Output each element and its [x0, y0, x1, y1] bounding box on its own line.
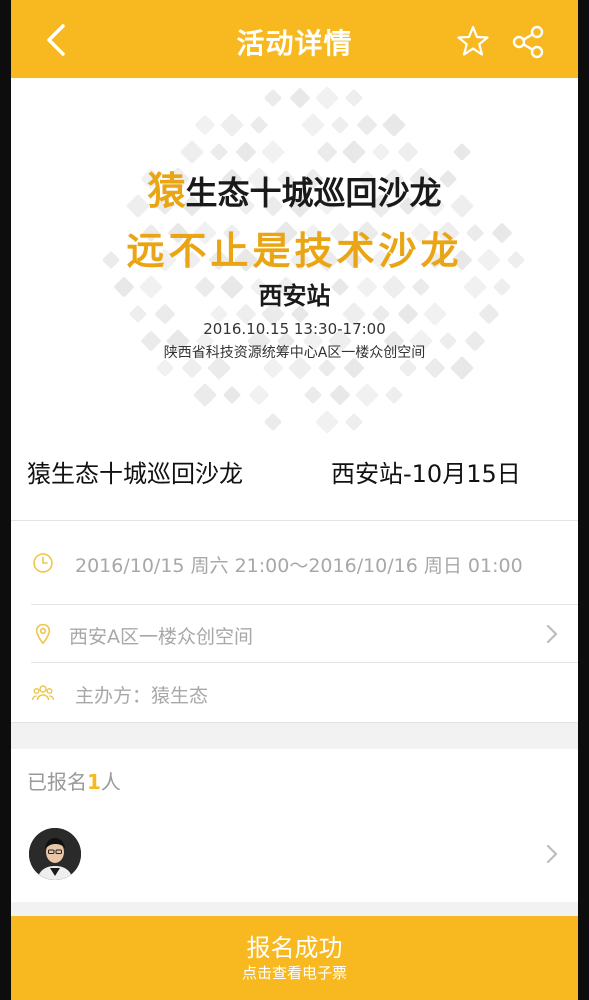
event-location: 西安A区一楼众创空间 — [69, 626, 253, 648]
banner-dot — [290, 88, 310, 108]
signup-count-label: 已报名1人 — [27, 766, 121, 795]
banner-dot — [250, 116, 268, 134]
banner-dot — [264, 413, 282, 431]
signup-prefix: 已报名 — [27, 770, 87, 794]
location-row[interactable]: 西安A区一楼众创空间 — [11, 605, 578, 663]
banner-headline: 猿生态十城巡回沙龙 — [11, 160, 578, 215]
banner-dot — [315, 410, 339, 434]
banner-dot — [223, 386, 241, 404]
left-frame-edge — [0, 0, 11, 1000]
banner-dot — [345, 413, 363, 431]
clock-icon — [33, 553, 53, 573]
share-button[interactable] — [510, 24, 546, 60]
banner-dot — [345, 89, 363, 107]
time-row: 2016/10/15 周六 21:00～2016/10/16 周日 01:00 — [11, 521, 578, 605]
signup-count: 1 — [87, 770, 101, 794]
right-frame-edge — [578, 0, 589, 1000]
banner-headline-rest: 生态十城巡回沙龙 — [185, 174, 442, 212]
view-ticket-button[interactable]: 报名成功 点击查看电子票 — [11, 916, 578, 1000]
banner-slogan: 远不止是技术沙龙 — [126, 229, 463, 273]
banner-dot — [453, 143, 471, 161]
event-banner-image: 猿生态十城巡回沙龙 远不止是技术沙龙 西安站 2016.10.15 13:30-… — [11, 78, 578, 436]
banner-dot — [264, 89, 282, 107]
banner-venue: 陕西省科技资源统筹中心A区一楼众创空间 — [163, 345, 426, 361]
chevron-right-icon — [546, 624, 558, 644]
banner-dot — [357, 115, 377, 135]
top-nav-bar: 活动详情 — [11, 0, 578, 78]
section-spacer — [11, 902, 578, 916]
signup-suffix: 人 — [100, 770, 121, 794]
favorite-button[interactable] — [456, 24, 490, 58]
attendee-list-row[interactable] — [11, 808, 578, 903]
event-title-city-date: 西安站-10月15日 — [331, 460, 521, 488]
banner-dot — [382, 113, 406, 137]
banner-dot — [249, 385, 269, 405]
banner-dot — [330, 385, 350, 405]
banner-dot — [385, 386, 403, 404]
banner-dot — [304, 386, 322, 404]
share-icon — [512, 25, 544, 59]
banner-datetime: 2016.10.15 13:30-17:00 — [203, 320, 386, 338]
chevron-right-icon — [546, 844, 558, 864]
page-title: 活动详情 — [236, 27, 353, 60]
banner-dot — [210, 143, 228, 161]
view-ticket-button-sublabel: 点击查看电子票 — [241, 964, 347, 982]
banner-dot — [331, 116, 349, 134]
event-title-name: 猿生态十城巡回沙龙 — [27, 460, 243, 488]
banner-headline-accent: 猿 — [147, 169, 186, 213]
banner-dot — [355, 383, 379, 407]
avatar — [29, 828, 81, 880]
avatar-image — [29, 828, 81, 880]
organizer-row: 主办方：猿生态 — [11, 663, 578, 721]
event-time: 2016/10/15 周六 21:00～2016/10/16 周日 01:00 — [75, 555, 523, 577]
section-spacer — [11, 722, 578, 749]
star-icon — [457, 25, 489, 56]
banner-dot — [220, 113, 244, 137]
banner-dot — [193, 383, 217, 407]
signup-count-row: 已报名1人 — [11, 748, 578, 809]
banner-city: 西安站 — [258, 282, 331, 310]
event-title: 猿生态十城巡回沙龙 西安站-10月15日 — [11, 436, 578, 521]
banner-dot — [195, 115, 215, 135]
banner-dot — [372, 143, 390, 161]
view-ticket-button-label: 报名成功 — [246, 934, 343, 962]
banner-dot — [301, 113, 325, 137]
app-screen: 活动详情 猿生态十城巡回沙龙 远不止是技术沙龙 西安站 2016.10.15 1… — [11, 0, 578, 1000]
banner-dot — [315, 86, 339, 110]
location-pin-icon — [35, 623, 51, 645]
people-icon — [31, 685, 55, 701]
event-organizer: 主办方：猿生态 — [75, 685, 209, 707]
